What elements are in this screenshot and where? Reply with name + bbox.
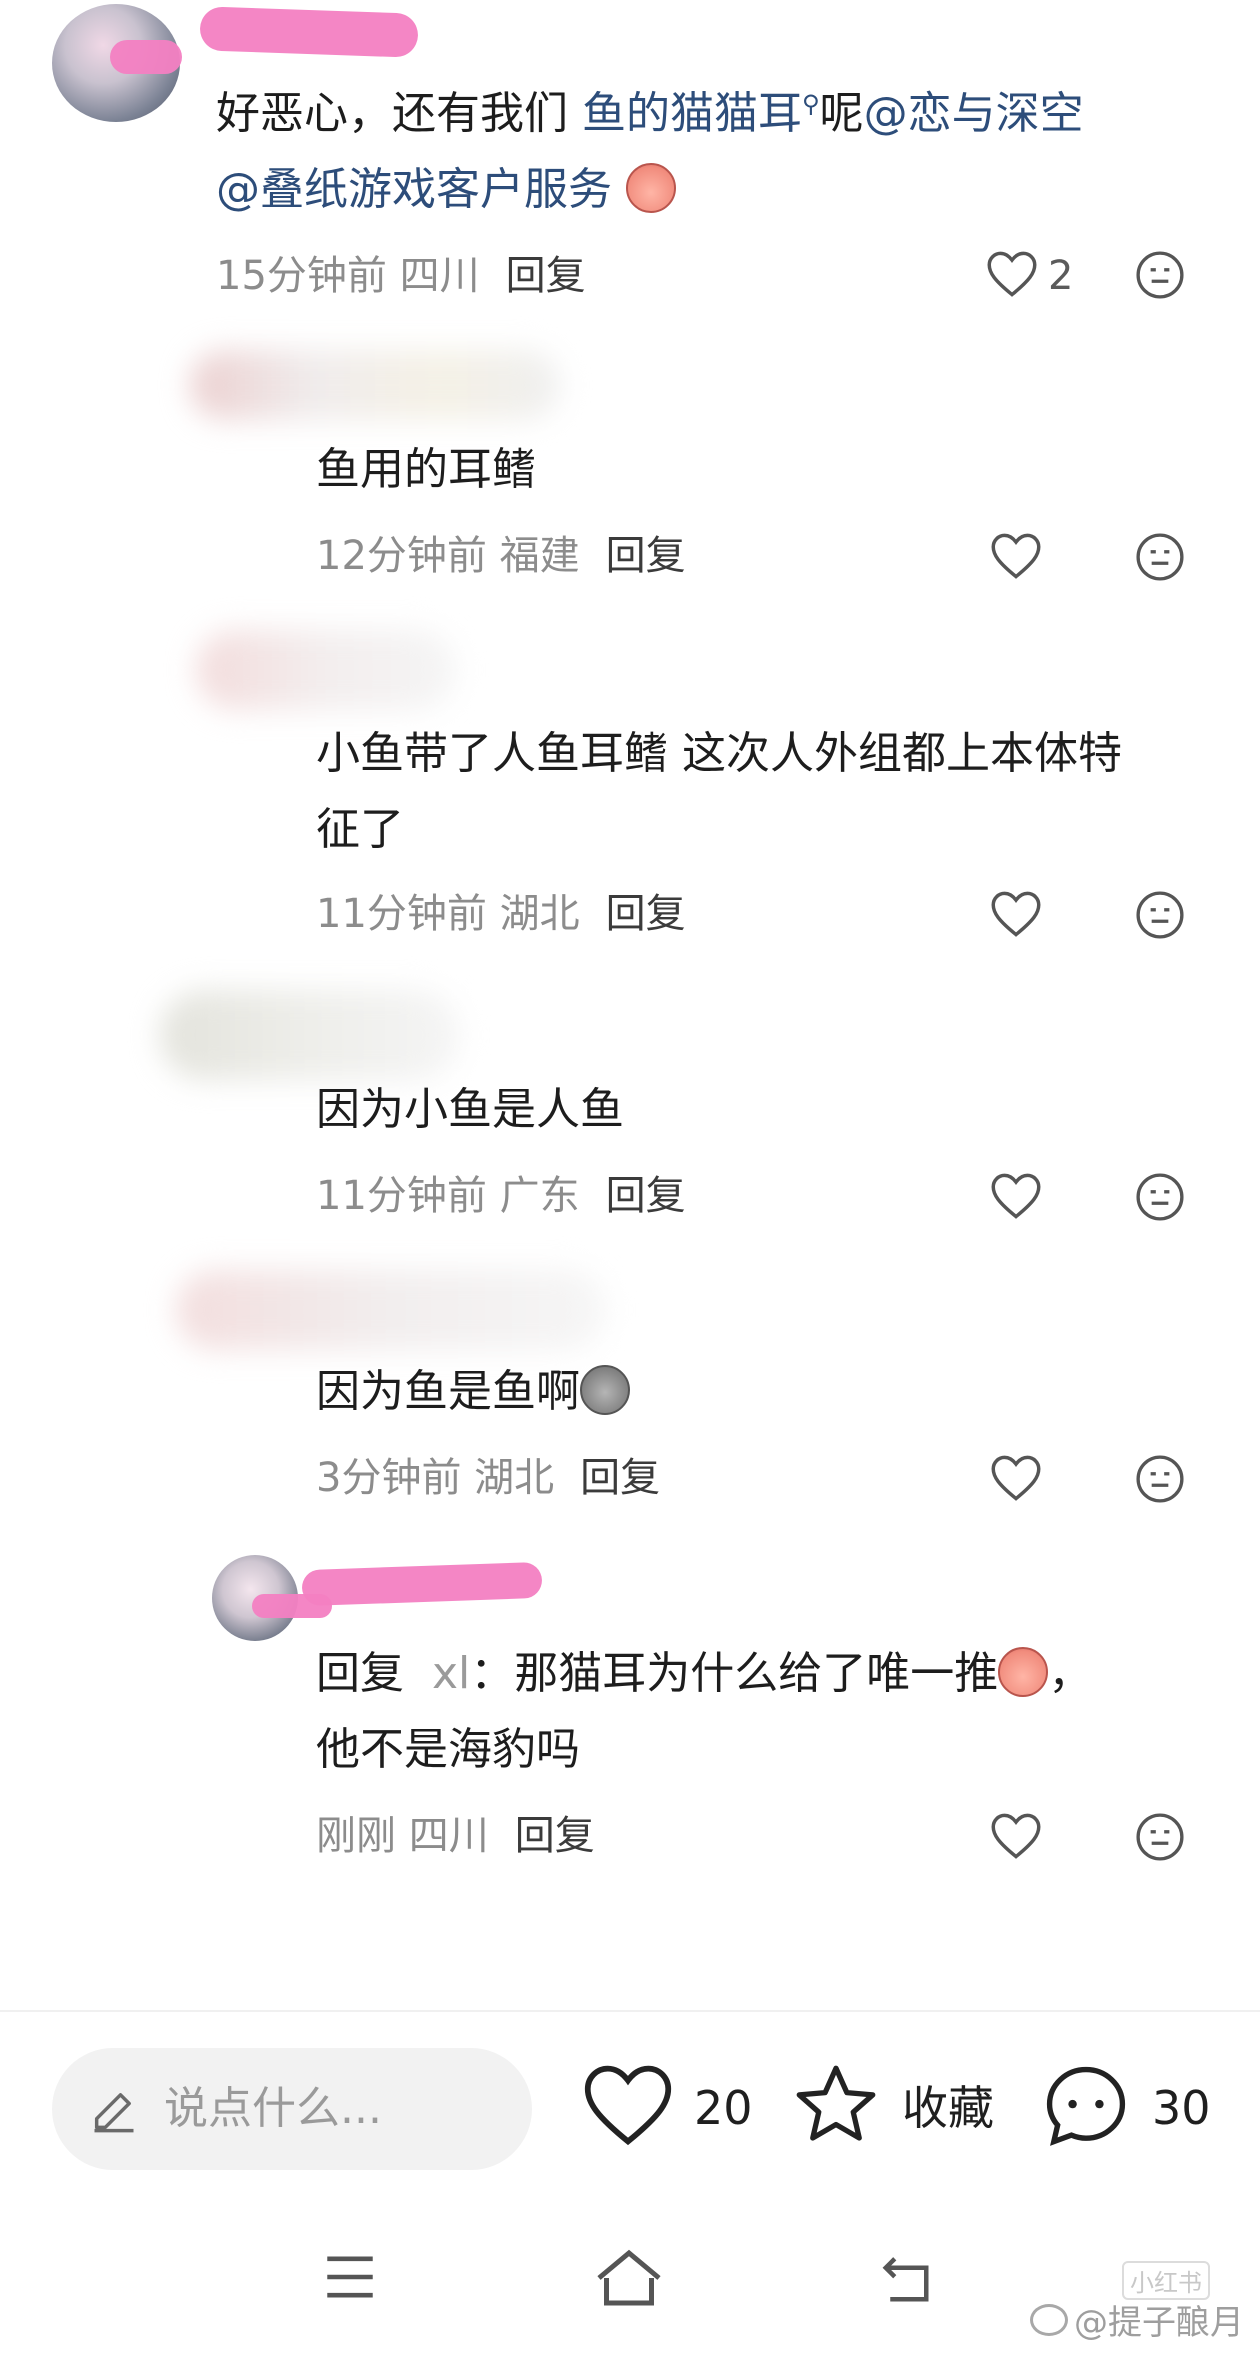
grey-bag-emoji-icon	[580, 1365, 630, 1415]
avatar-redaction	[110, 40, 182, 74]
blurred-username	[196, 630, 456, 710]
blurred-username	[160, 990, 460, 1080]
react-face-icon[interactable]	[1135, 1812, 1185, 1862]
star-icon	[790, 2065, 882, 2154]
username-redaction	[301, 1561, 543, 1607]
search-icon: ⚲	[802, 90, 820, 118]
reply-text: 因为小鱼是人鱼	[316, 1084, 624, 1135]
menu-icon[interactable]	[322, 2252, 378, 2306]
comment-text-line1: 好恶心，还有我们 鱼的猫猫耳⚲呢@恋与深空	[216, 88, 1084, 139]
like-count: 2	[1048, 253, 1074, 299]
like-heart-icon[interactable]	[990, 1172, 1042, 1220]
like-heart-icon[interactable]	[990, 1454, 1042, 1502]
reply-meta: 11分钟前 湖北 回复	[316, 891, 686, 937]
peach-sweat-emoji-icon	[998, 1647, 1049, 1697]
comment-meta: 15分钟前 四川 回复	[216, 253, 586, 299]
collect-button[interactable]	[790, 2060, 882, 2154]
reply-target-name[interactable]: xl	[432, 1648, 470, 1699]
comment-text-line2: @叠纸游戏客户服务	[216, 152, 676, 228]
blurred-username	[190, 350, 560, 420]
reply-text: 因为鱼是鱼啊	[316, 1354, 630, 1430]
back-icon[interactable]	[876, 2252, 936, 2310]
comment-count: 30	[1152, 2081, 1211, 2135]
mention-link[interactable]: @叠纸游戏客户服务	[216, 164, 612, 215]
reply-text-line1: 回复 xl：那猫耳为什么给了唯一推，	[316, 1647, 1093, 1699]
reply-meta: 3分钟前 湖北 回复	[316, 1455, 661, 1501]
pen-icon	[88, 2084, 140, 2140]
reply-meta: 12分钟前 福建 回复	[316, 533, 686, 579]
collect-label[interactable]: 收藏	[902, 2078, 994, 2138]
username-redaction	[199, 6, 419, 58]
comment-button[interactable]	[1040, 2060, 1132, 2156]
react-face-icon[interactable]	[1135, 1454, 1185, 1504]
reply-button[interactable]: 回复	[606, 891, 686, 937]
weibo-logo-icon	[1030, 2303, 1068, 2336]
blurred-username	[176, 1270, 606, 1350]
search-link[interactable]: 鱼的猫猫耳⚲	[568, 88, 820, 139]
like-heart-icon[interactable]	[990, 532, 1042, 580]
like-button[interactable]	[582, 2062, 674, 2152]
react-face-icon[interactable]	[1135, 532, 1185, 582]
reply-text-line2: 他不是海豹吗	[316, 1724, 580, 1775]
like-count: 20	[694, 2081, 753, 2135]
reply-button[interactable]: 回复	[515, 1813, 595, 1859]
react-face-icon[interactable]	[1135, 250, 1185, 300]
home-icon[interactable]	[594, 2248, 664, 2312]
peach-sweat-emoji-icon	[626, 163, 676, 213]
reply-button[interactable]: 回复	[580, 1455, 660, 1501]
mention-link[interactable]: @恋与深空	[864, 88, 1084, 139]
avatar-redaction	[252, 1594, 332, 1618]
like-heart-icon[interactable]	[990, 1812, 1042, 1860]
reply-button[interactable]: 回复	[606, 1173, 686, 1219]
reply-meta: 11分钟前 广东 回复	[316, 1173, 686, 1219]
heart-icon	[582, 2065, 674, 2152]
weibo-watermark: @提子酿月	[1030, 2295, 1244, 2344]
reply-text-line2: 征了	[316, 804, 404, 855]
react-face-icon[interactable]	[1135, 890, 1185, 940]
reply-button[interactable]: 回复	[506, 253, 586, 299]
reply-text: 鱼用的耳鳍	[316, 444, 536, 495]
reply-text-line1: 小鱼带了人鱼耳鳍 这次人外组都上本体特	[316, 728, 1122, 779]
bottom-divider	[0, 2010, 1260, 2012]
reply-meta: 刚刚 四川 回复	[316, 1813, 595, 1859]
reply-button[interactable]: 回复	[606, 533, 686, 579]
comment-input[interactable]: 说点什么...	[52, 2048, 532, 2170]
like-heart-icon[interactable]	[990, 890, 1042, 938]
speech-bubble-icon	[1040, 2066, 1132, 2156]
like-heart-icon[interactable]	[986, 250, 1038, 298]
react-face-icon[interactable]	[1135, 1172, 1185, 1222]
comment-input-placeholder: 说点什么...	[164, 2083, 382, 2134]
